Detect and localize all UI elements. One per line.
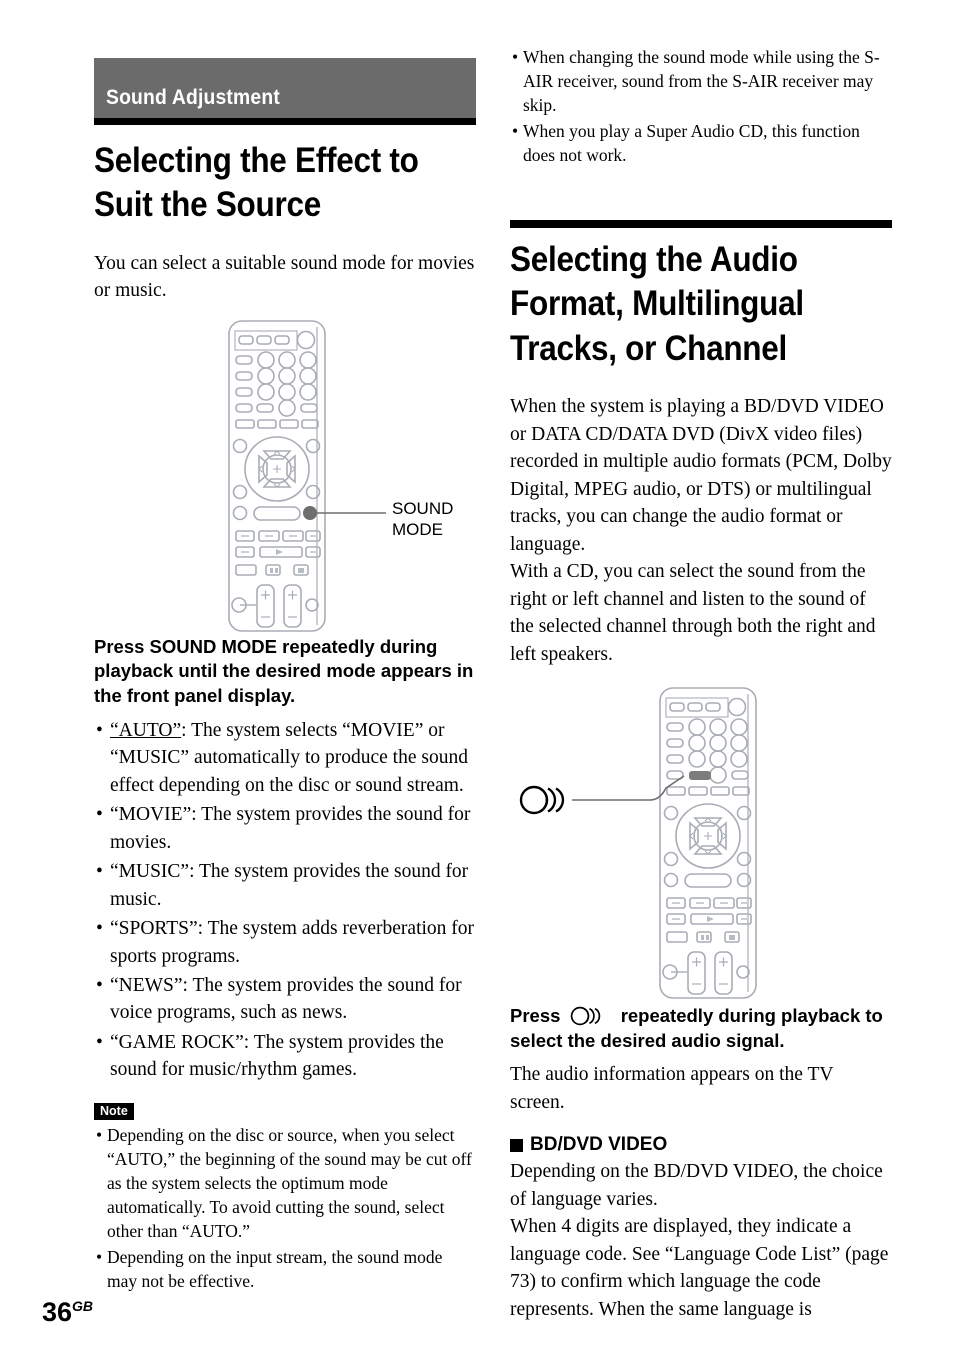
instruction-prefix: Press xyxy=(510,1005,561,1026)
heading-rule xyxy=(510,219,892,228)
list-item: “NEWS”: The system provides the sound fo… xyxy=(94,972,476,1027)
audio-icon xyxy=(519,785,565,815)
remote-control-illustration-audio xyxy=(519,687,757,999)
sub-heading-label: BD/DVD VIDEO xyxy=(530,1134,668,1156)
section-banner: Sound Adjustment xyxy=(94,58,476,118)
remote-control-figure-audio xyxy=(510,684,892,1002)
list-item: “MUSIC”: The system provides the sound f… xyxy=(94,858,476,913)
instruction-follow-up: The audio information appears on the TV … xyxy=(510,1064,834,1113)
intro-paragraph-1: When the system is playing a BD/DVD VIDE… xyxy=(510,396,892,555)
square-bullet-icon xyxy=(510,1138,523,1152)
intro-paragraph-2: With a CD, you can select the sound from… xyxy=(510,561,876,665)
section-banner-underline xyxy=(94,118,476,125)
remote-control-illustration xyxy=(228,320,386,632)
sound-mode-list: “AUTO”: The system selects “MOVIE” or “M… xyxy=(94,717,476,1084)
sub-paragraph-1: Depending on the BD/DVD VIDEO, the choic… xyxy=(510,1161,883,1210)
callout-leader-line xyxy=(572,775,685,801)
manual-page: Sound Adjustment Selecting the Effect to… xyxy=(0,0,954,1352)
note-block: Note Depending on the disc or source, wh… xyxy=(94,1102,476,1294)
lead-paragraph: You can select a suitable sound mode for… xyxy=(94,252,475,302)
list-item: “AUTO”: The system selects “MOVIE” or “M… xyxy=(94,717,476,799)
note-list: Depending on the disc or source, when yo… xyxy=(94,1124,476,1294)
page-title: Selecting the Effect to Suit the Source xyxy=(94,141,419,225)
instruction-audio: Press repeatedly during playback to sele… xyxy=(510,1004,892,1053)
list-item: Depending on the disc or source, when yo… xyxy=(94,1124,476,1244)
page-number: 36GB xyxy=(42,1299,93,1326)
sub-heading-bd-dvd-video: BD/DVD VIDEO xyxy=(510,1134,892,1156)
page-region-suffix: GB xyxy=(72,1298,94,1314)
list-item: “GAME ROCK”: The system provides the sou… xyxy=(94,1029,476,1084)
sound-mode-button-highlight xyxy=(303,505,317,520)
list-item: “SPORTS”: The system adds reverberation … xyxy=(94,915,476,970)
section-banner-title: Sound Adjustment xyxy=(106,86,280,109)
audio-icon-inline xyxy=(570,1006,612,1026)
note-badge: Note xyxy=(94,1102,134,1121)
section-title: Selecting the Audio Format, Multilingual… xyxy=(510,239,804,368)
page-number-value: 36 xyxy=(42,1297,73,1327)
list-item: When changing the sound mode while using… xyxy=(510,46,892,118)
right-column: When changing the sound mode while using… xyxy=(510,46,892,1323)
sub-paragraph-2: When 4 digits are displayed, they indica… xyxy=(510,1216,889,1320)
remote-control-figure-sound-mode: SOUND MODE xyxy=(94,317,476,635)
list-item: Depending on the input stream, the sound… xyxy=(94,1246,476,1294)
callout-label-sound-mode: SOUND MODE xyxy=(392,498,454,539)
top-note-list: When changing the sound mode while using… xyxy=(510,46,892,168)
mode-auto-underline: “AUTO” xyxy=(110,719,182,741)
audio-button-highlight xyxy=(689,771,711,780)
list-item: “MOVIE”: The system provides the sound f… xyxy=(94,801,476,856)
instruction-suffix: repeatedly during playback to select the… xyxy=(510,1005,883,1051)
list-item: When you play a Super Audio CD, this fun… xyxy=(510,120,892,168)
instruction-sound-mode: Press SOUND MODE repeatedly during playb… xyxy=(94,635,474,707)
left-column: Sound Adjustment Selecting the Effect to… xyxy=(94,46,476,1296)
section-heading-block: Selecting the Audio Format, Multilingual… xyxy=(510,219,892,371)
